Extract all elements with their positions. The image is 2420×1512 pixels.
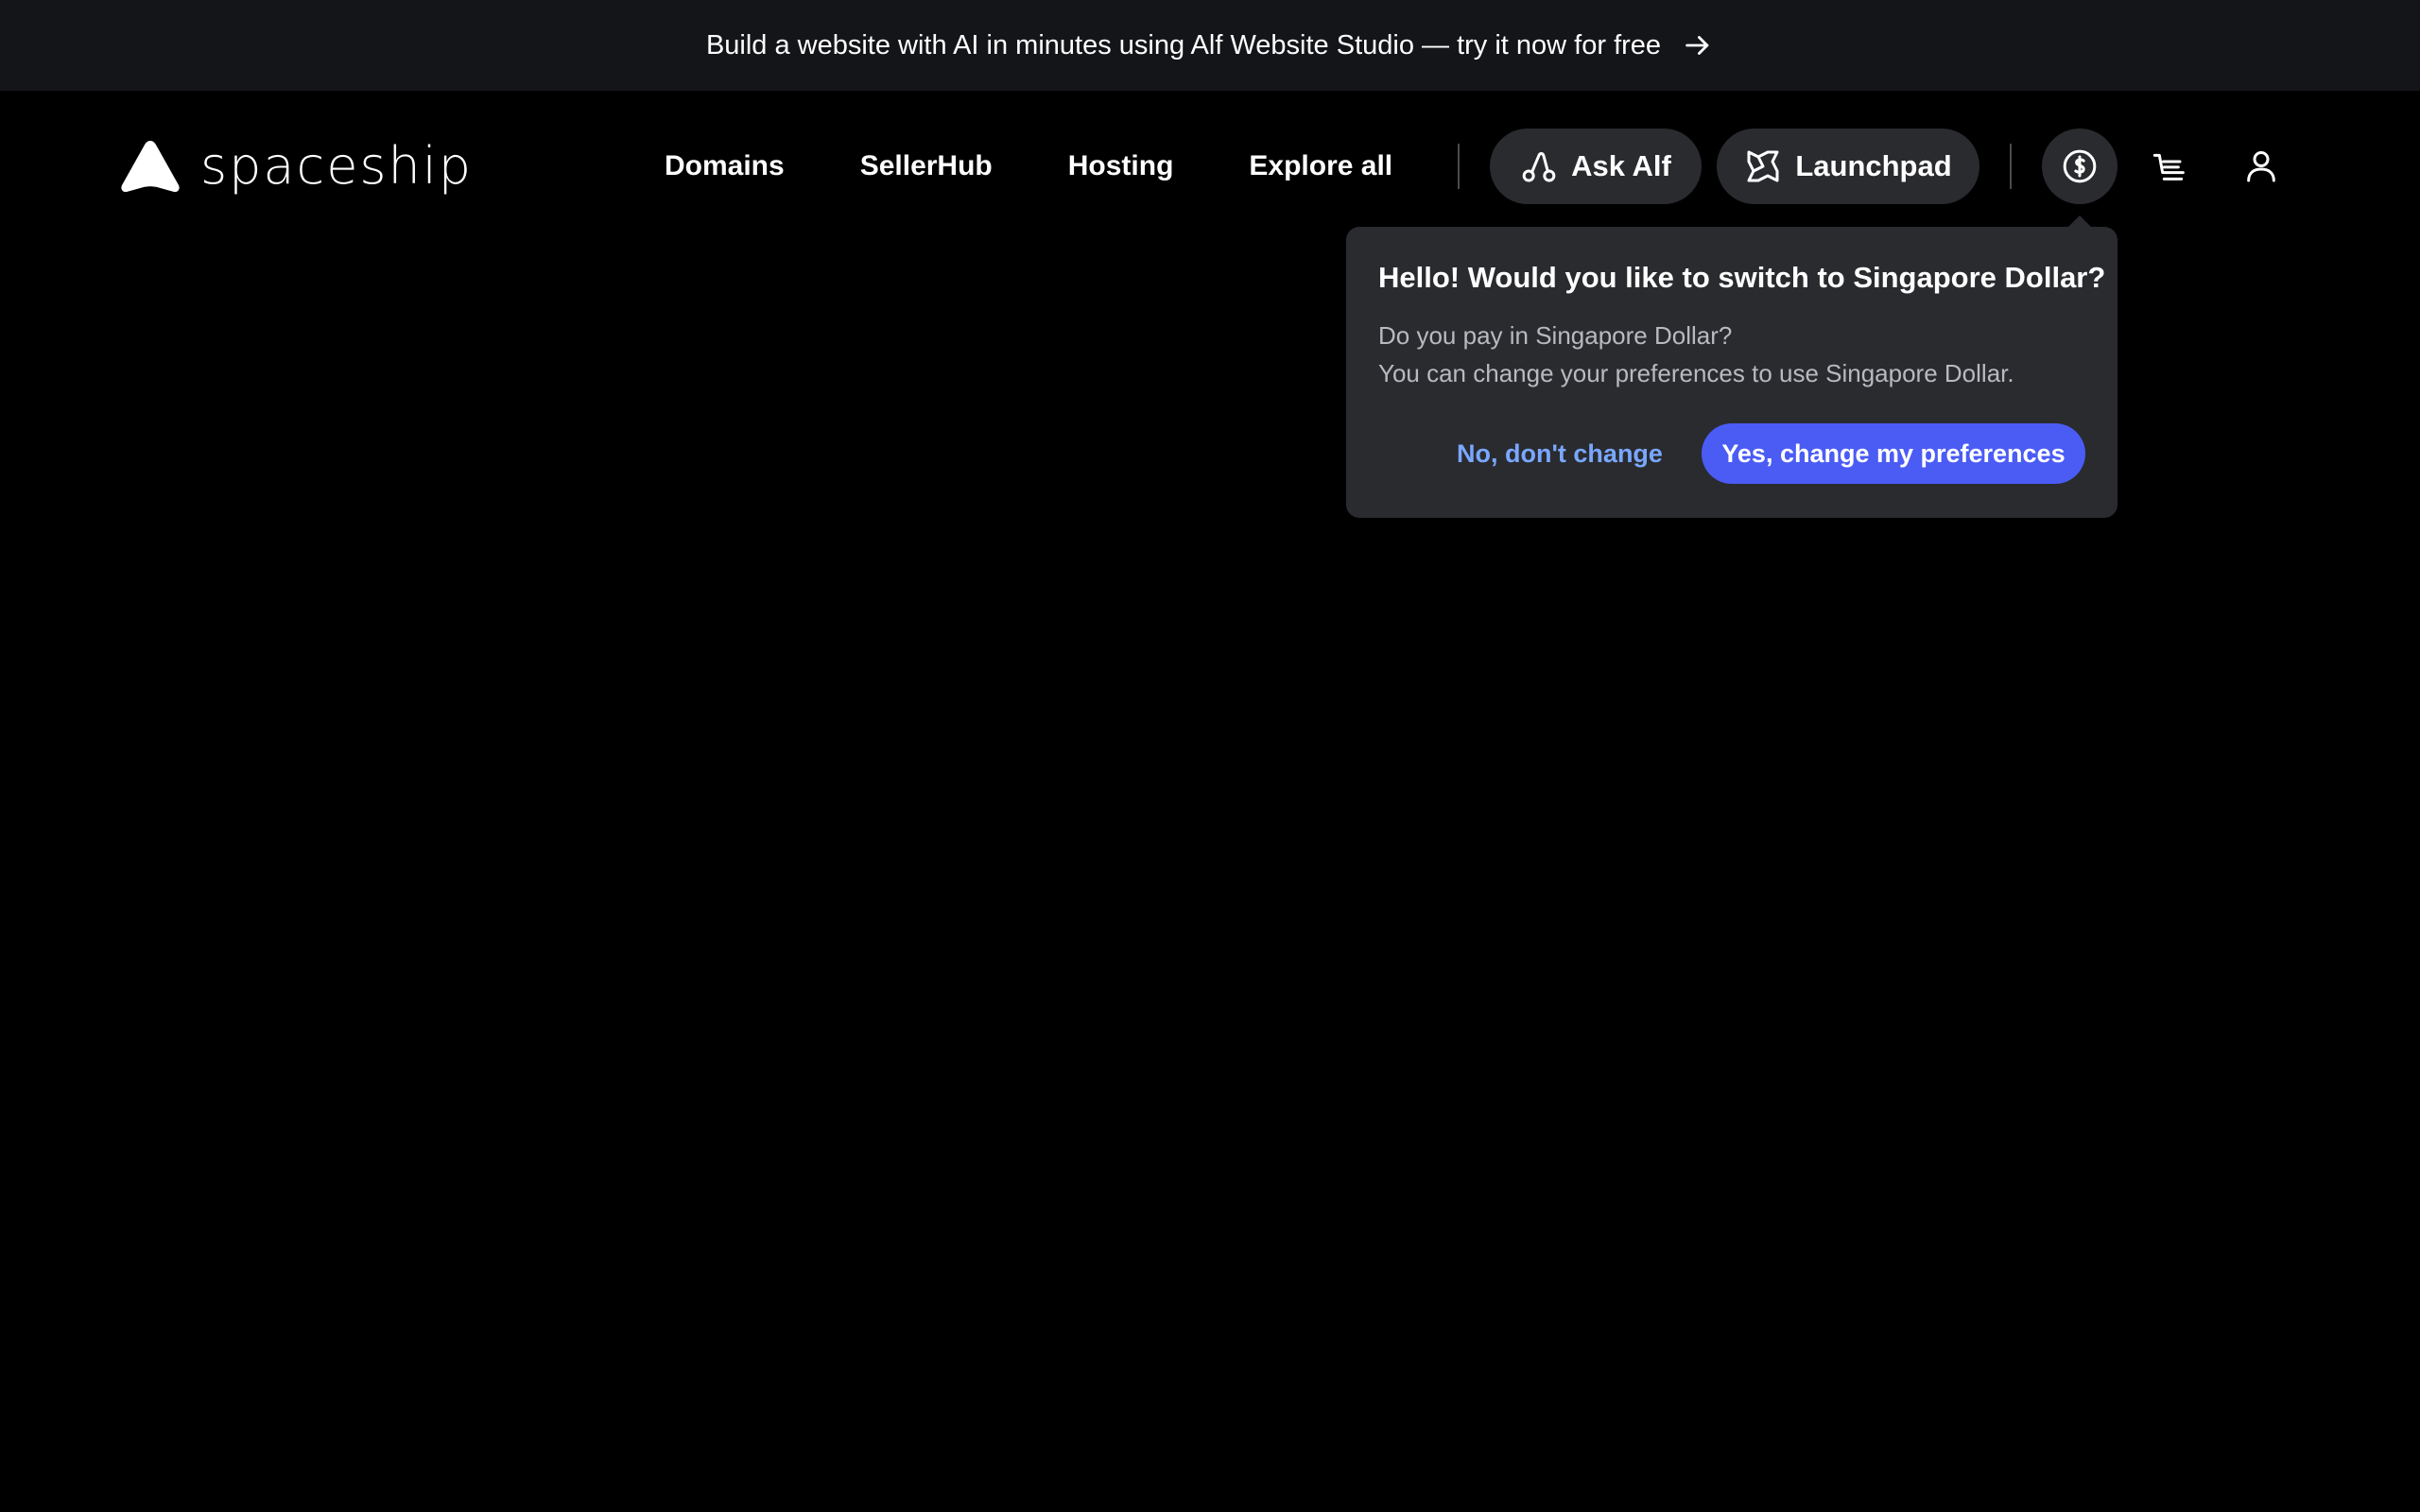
site-header: spaceship Domains SellerHub Hosting Expl…: [0, 91, 2420, 242]
popover-title: Hello! Would you like to switch to Singa…: [1378, 261, 2106, 294]
currency-button[interactable]: [2042, 129, 2118, 204]
cart-button[interactable]: [2133, 129, 2208, 204]
ask-alf-button[interactable]: Ask Alf: [1490, 129, 1702, 204]
alf-icon: [1522, 152, 1556, 182]
popover-text-line-2: You can change your preferences to use S…: [1378, 359, 2014, 387]
nav-hosting[interactable]: Hosting: [1068, 150, 1174, 182]
user-icon: [2247, 151, 2275, 182]
promo-text: Build a website with AI in minutes using…: [705, 29, 1662, 60]
nav-explore-all[interactable]: Explore all: [1249, 150, 1392, 182]
nav-sellerhub[interactable]: SellerHub: [860, 150, 993, 182]
currency-globe-icon: [2063, 149, 2097, 183]
nav-divider: [1458, 144, 1460, 189]
account-button[interactable]: [2223, 129, 2299, 204]
launchpad-button[interactable]: Launchpad: [1717, 129, 1979, 204]
promo-banner[interactable]: Build a website with AI in minutes using…: [0, 0, 2420, 91]
logo-text: spaceship: [200, 136, 474, 196]
launchpad-label: Launchpad: [1795, 149, 1952, 182]
accept-currency-button[interactable]: Yes, change my preferences: [1702, 423, 2085, 484]
arrow-right-icon: [1685, 36, 1709, 55]
popover-text-line-1: Do you pay in Singapore Dollar?: [1378, 321, 1733, 350]
launchpad-icon: [1747, 150, 1779, 182]
main-nav: Domains SellerHub Hosting Explore all: [665, 129, 1392, 204]
decline-currency-button[interactable]: No, don't change: [1446, 423, 1673, 484]
cart-icon: [2152, 153, 2185, 180]
ask-alf-label: Ask Alf: [1571, 149, 1671, 182]
currency-popover: Hello! Would you like to switch to Singa…: [1346, 227, 2118, 518]
spaceship-logo-icon: [121, 141, 180, 193]
spaceship-logo[interactable]: spaceship: [119, 138, 473, 195]
nav-domains[interactable]: Domains: [665, 150, 785, 182]
actions-divider: [2010, 144, 2012, 189]
